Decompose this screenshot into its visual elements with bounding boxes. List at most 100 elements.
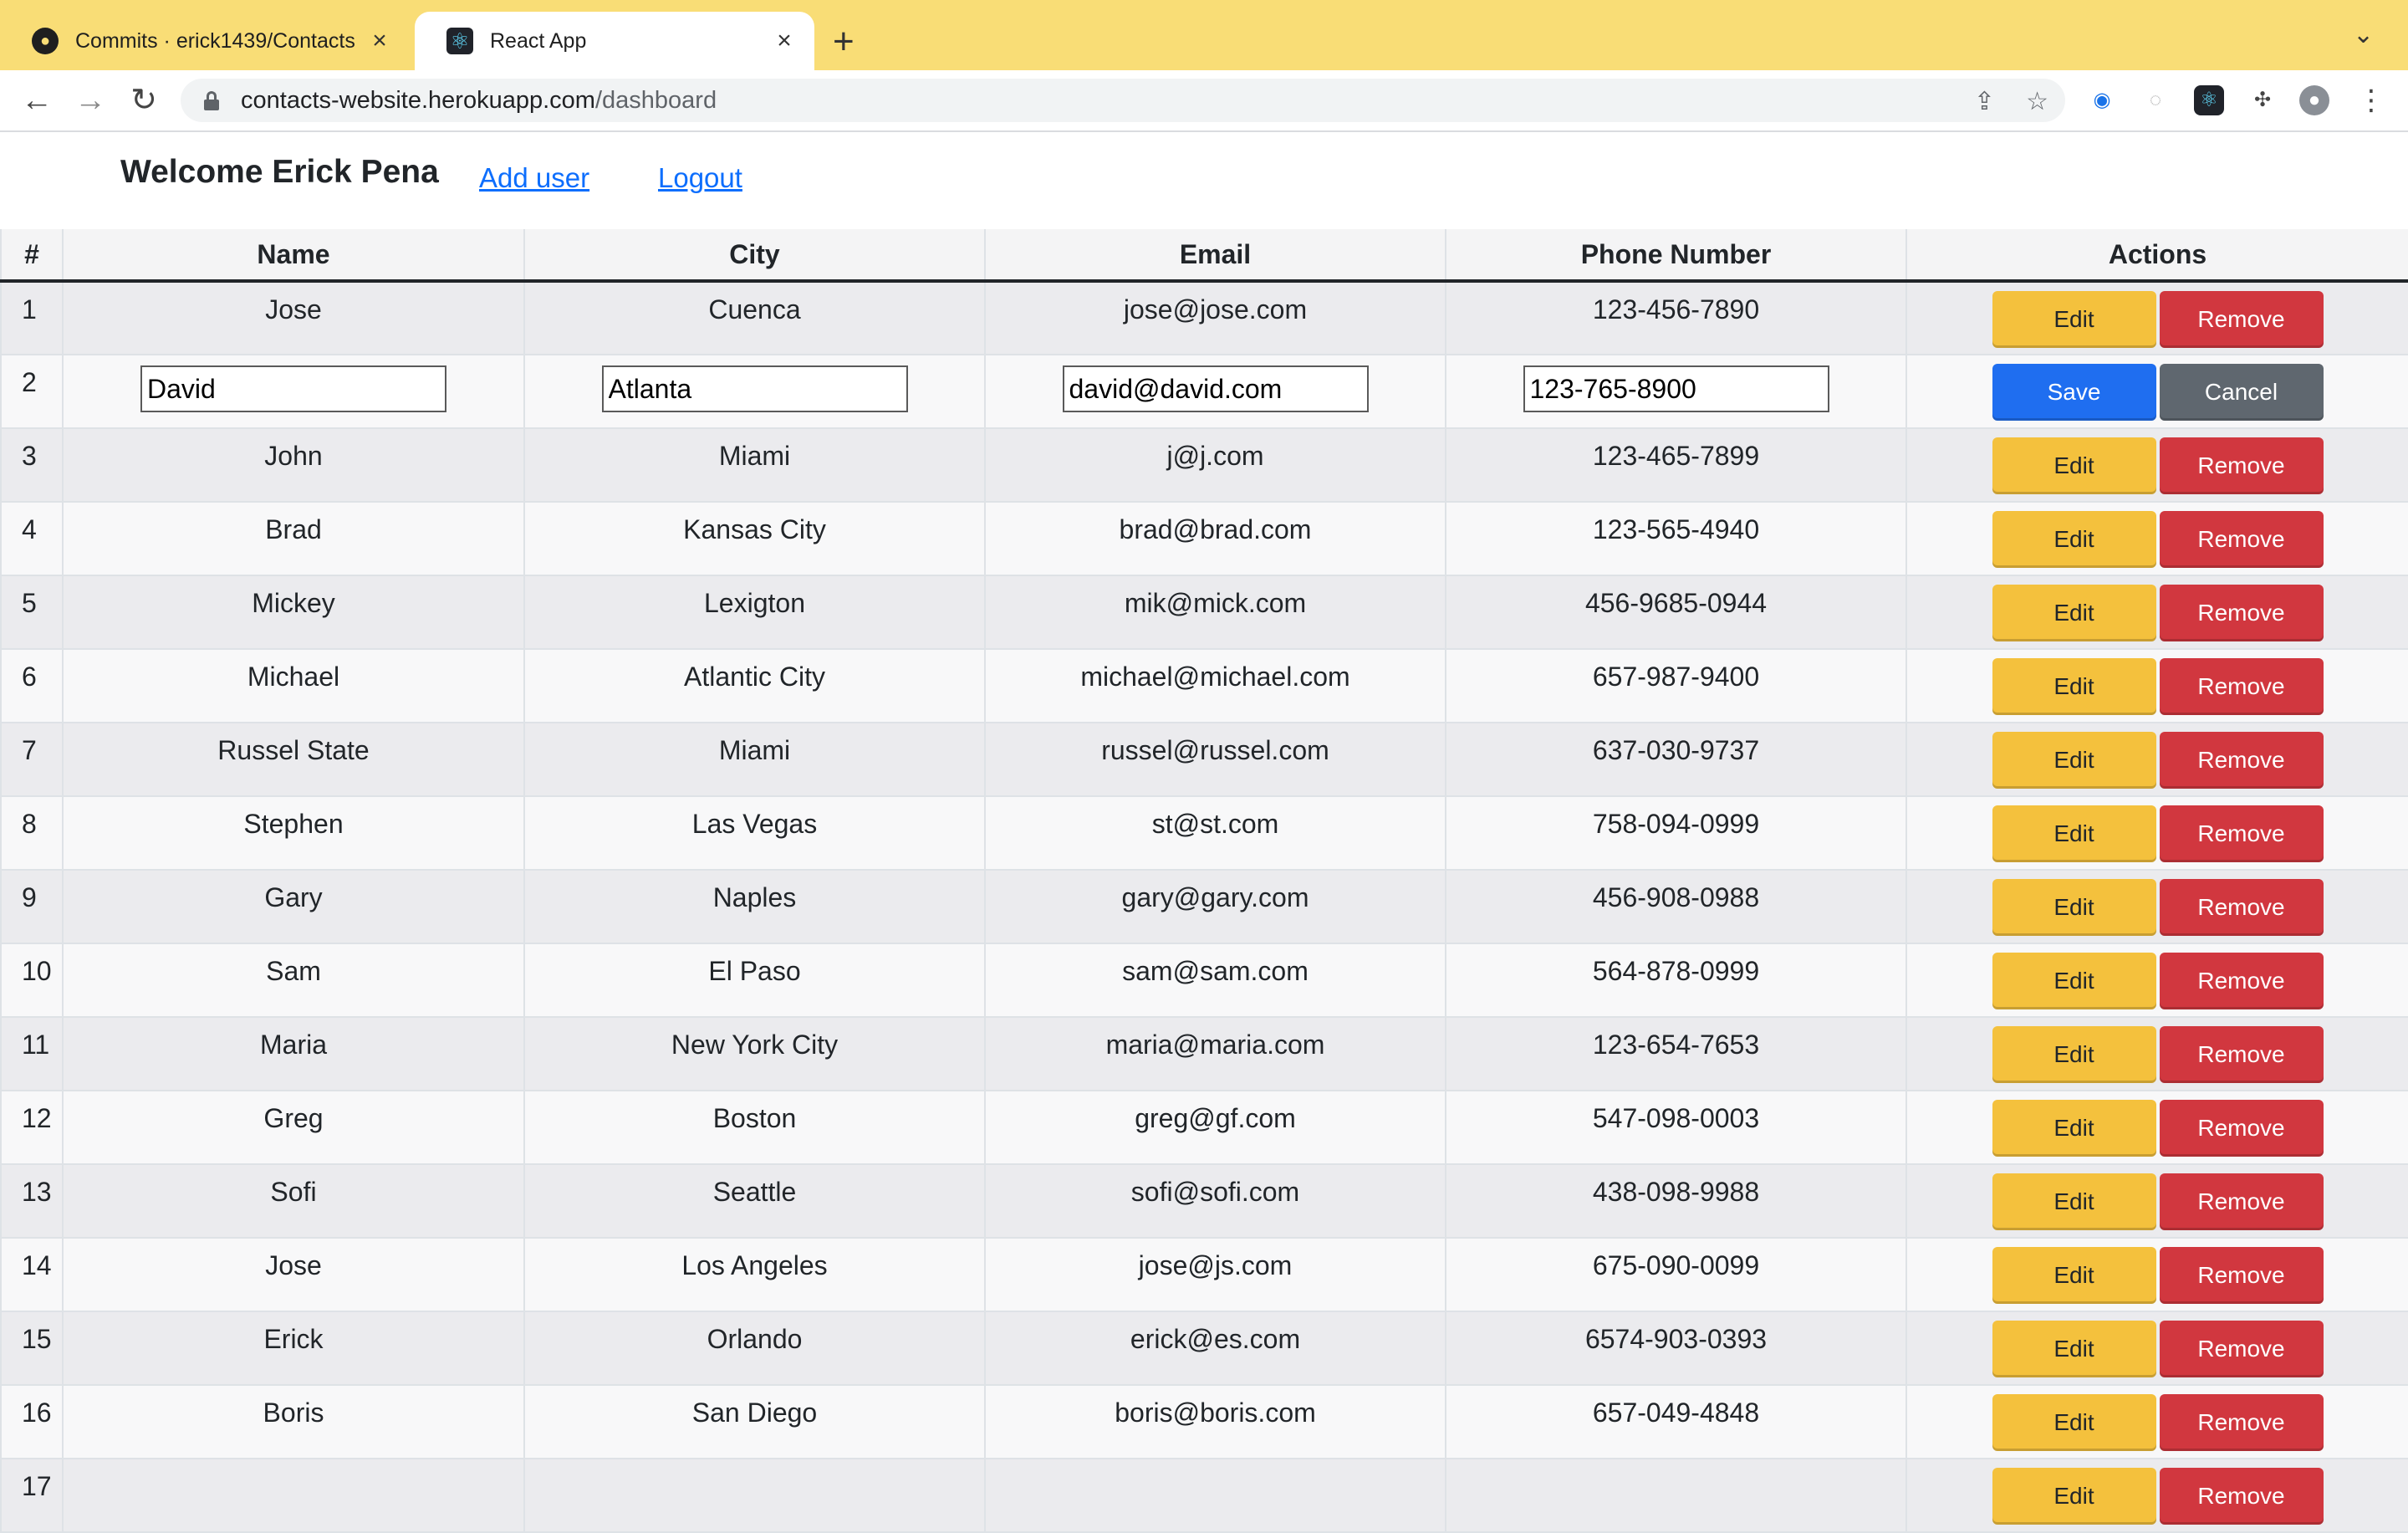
browser-tab-github[interactable]: ● Commits · erick1439/Contacts × bbox=[0, 12, 410, 70]
table-row: 14 Jose Los Angeles jose@js.com 675-090-0099… bbox=[0, 1237, 2408, 1312]
save-button[interactable]: Save bbox=[1992, 364, 2156, 421]
back-arrow-icon[interactable]: ← bbox=[17, 80, 57, 120]
browser-tab-react-app[interactable]: ⚛ React App × bbox=[415, 12, 814, 70]
edit-button[interactable]: Edit bbox=[1992, 658, 2156, 715]
add-user-link[interactable]: Add user bbox=[479, 162, 589, 194]
email-cell: brad@brad.com bbox=[984, 501, 1446, 576]
email-cell: michael@michael.com bbox=[984, 648, 1446, 723]
remove-button[interactable]: Remove bbox=[2159, 879, 2324, 936]
remove-button[interactable]: Remove bbox=[2159, 1100, 2324, 1157]
city-cell: Kansas City bbox=[523, 501, 986, 576]
table-row: 12 Greg Boston greg@gf.com 547-098-0003 Edit R… bbox=[0, 1090, 2408, 1165]
remove-button[interactable]: Remove bbox=[2159, 1026, 2324, 1083]
bookmark-star-icon[interactable]: ☆ bbox=[2026, 87, 2048, 116]
extension-icon[interactable]: ◌ bbox=[2140, 85, 2171, 115]
remove-button[interactable]: Remove bbox=[2159, 1321, 2324, 1377]
edit-button[interactable]: Edit bbox=[1992, 805, 2156, 862]
password-manager-icon[interactable]: ◉ bbox=[2087, 85, 2117, 115]
table-header-row: # Name City Email Phone Number Actions bbox=[0, 229, 2408, 283]
table-row: 10 Sam El Paso sam@sam.com 564-878-0999 Edit R… bbox=[0, 943, 2408, 1018]
city-cell: Miami bbox=[523, 427, 986, 503]
remove-button[interactable]: Remove bbox=[2159, 805, 2324, 862]
react-devtools-icon[interactable]: ⚛ bbox=[2194, 85, 2224, 115]
reload-icon[interactable]: ↻ bbox=[124, 80, 164, 120]
phone-input[interactable] bbox=[1523, 365, 1829, 412]
row-number: 2 bbox=[0, 354, 64, 429]
table-row: 3 John Miami j@j.com 123-465-7899 Edit Remove bbox=[0, 427, 2408, 503]
share-icon[interactable]: ⇪ bbox=[1974, 87, 1995, 116]
edit-button[interactable]: Edit bbox=[1992, 585, 2156, 641]
close-tab-icon[interactable]: × bbox=[363, 27, 396, 55]
remove-button[interactable]: Remove bbox=[2159, 511, 2324, 568]
row-number: 1 bbox=[0, 280, 64, 355]
edit-button[interactable]: Edit bbox=[1992, 1247, 2156, 1304]
email-cell: greg@gf.com bbox=[984, 1090, 1446, 1165]
name-input[interactable] bbox=[140, 365, 446, 412]
edit-button[interactable]: Edit bbox=[1992, 1468, 2156, 1525]
close-tab-icon[interactable]: × bbox=[768, 27, 801, 55]
phone-cell: 547-098-0003 bbox=[1445, 1090, 1907, 1165]
edit-button[interactable]: Edit bbox=[1992, 953, 2156, 1009]
row-number: 15 bbox=[0, 1311, 64, 1386]
react-icon: ⚛ bbox=[446, 28, 473, 54]
email-cell: j@j.com bbox=[984, 427, 1446, 503]
row-number: 4 bbox=[0, 501, 64, 576]
remove-button[interactable]: Remove bbox=[2159, 1247, 2324, 1304]
logout-link[interactable]: Logout bbox=[658, 162, 742, 194]
column-header-email: Email bbox=[984, 229, 1446, 283]
name-cell: Jose bbox=[62, 1237, 525, 1312]
remove-button[interactable]: Remove bbox=[2159, 585, 2324, 641]
edit-button[interactable]: Edit bbox=[1992, 1100, 2156, 1157]
cancel-button[interactable]: Cancel bbox=[2159, 364, 2324, 421]
remove-button[interactable]: Remove bbox=[2159, 437, 2324, 494]
remove-button[interactable]: Remove bbox=[2159, 658, 2324, 715]
remove-button[interactable]: Remove bbox=[2159, 291, 2324, 348]
phone-cell: 456-9685-0944 bbox=[1445, 575, 1907, 650]
column-header-name: Name bbox=[62, 229, 525, 283]
column-header-number: # bbox=[0, 229, 64, 283]
edit-button[interactable]: Edit bbox=[1992, 879, 2156, 936]
row-number: 5 bbox=[0, 575, 64, 650]
edit-button[interactable]: Edit bbox=[1992, 511, 2156, 568]
browser-tab-strip: ● Commits · erick1439/Contacts × ⚛ React… bbox=[0, 0, 2408, 70]
actions-cell: Edit Remove bbox=[1905, 501, 2408, 576]
email-cell: erick@es.com bbox=[984, 1311, 1446, 1386]
phone-cell: 564-878-0999 bbox=[1445, 943, 1907, 1018]
chevron-down-icon[interactable]: ⌄ bbox=[2353, 20, 2374, 49]
puzzle-extensions-icon[interactable]: ✣ bbox=[2247, 85, 2278, 115]
address-bar[interactable]: contacts-website.herokuapp.com/dashboard… bbox=[181, 79, 2065, 122]
actions-cell: Edit Remove bbox=[1905, 1090, 2408, 1165]
url-path: /dashboard bbox=[594, 86, 717, 114]
edit-button[interactable]: Edit bbox=[1992, 1394, 2156, 1451]
actions-cell: Edit Remove bbox=[1905, 1458, 2408, 1533]
edit-button[interactable]: Edit bbox=[1992, 732, 2156, 789]
email-input[interactable] bbox=[1062, 365, 1369, 412]
remove-button[interactable]: Remove bbox=[2159, 1394, 2324, 1451]
city-cell: Cuenca bbox=[523, 280, 986, 355]
actions-cell: Edit Remove bbox=[1905, 648, 2408, 723]
city-input[interactable] bbox=[601, 365, 908, 412]
actions-cell: Edit Remove bbox=[1905, 1163, 2408, 1239]
remove-button[interactable]: Remove bbox=[2159, 953, 2324, 1009]
table-body: 1 Jose Cuenca jose@jose.com 123-456-7890 Edit… bbox=[0, 280, 2408, 1533]
remove-button[interactable]: Remove bbox=[2159, 732, 2324, 789]
remove-button[interactable]: Remove bbox=[2159, 1173, 2324, 1230]
profile-avatar[interactable]: ● bbox=[2299, 85, 2329, 115]
city-cell: Miami bbox=[523, 722, 986, 797]
phone-cell: 675-090-0099 bbox=[1445, 1237, 1907, 1312]
row-number: 8 bbox=[0, 795, 64, 871]
edit-button[interactable]: Edit bbox=[1992, 437, 2156, 494]
contacts-table: # Name City Email Phone Number Actions 1… bbox=[0, 229, 2408, 1533]
new-tab-icon[interactable]: + bbox=[833, 18, 855, 65]
remove-button[interactable]: Remove bbox=[2159, 1468, 2324, 1525]
edit-button[interactable]: Edit bbox=[1992, 1173, 2156, 1230]
edit-button[interactable]: Edit bbox=[1992, 1321, 2156, 1377]
edit-button[interactable]: Edit bbox=[1992, 291, 2156, 348]
actions-cell: Edit Remove bbox=[1905, 943, 2408, 1018]
kebab-menu-icon[interactable]: ⋮ bbox=[2356, 85, 2386, 115]
actions-cell: Edit Remove bbox=[1905, 1384, 2408, 1459]
forward-arrow-icon[interactable]: → bbox=[70, 80, 110, 120]
edit-button[interactable]: Edit bbox=[1992, 1026, 2156, 1083]
name-cell: Maria bbox=[62, 1016, 525, 1091]
city-cell: Las Vegas bbox=[523, 795, 986, 871]
